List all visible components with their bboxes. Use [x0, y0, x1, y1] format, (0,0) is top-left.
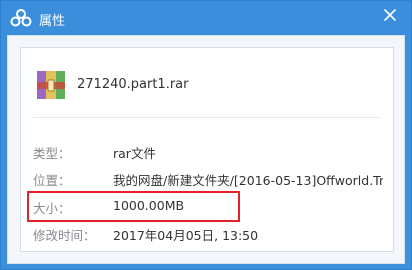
- property-label: 修改时间：: [33, 228, 96, 243]
- property-value-link[interactable]: 我的网盘/新建文件夹/[2016-05-13]Offworld.Tr...: [113, 170, 383, 189]
- properties-dialog: 属性 271240.part1.rar 类型： rar文件 位置： 我的网盘/新…: [0, 0, 412, 270]
- file-name: 271240.part1.rar: [77, 77, 189, 92]
- winrar-archive-icon: [35, 69, 67, 101]
- close-icon: [384, 8, 396, 24]
- titlebar[interactable]: 属性: [1, 1, 411, 35]
- dialog-body: 271240.part1.rar 类型： rar文件 位置： 我的网盘/新建文件…: [7, 35, 405, 264]
- divider: [33, 117, 381, 118]
- property-row-type: 类型： rar文件: [21, 143, 395, 163]
- properties-panel: 271240.part1.rar 类型： rar文件 位置： 我的网盘/新建文件…: [20, 47, 394, 252]
- property-value: 2017年04月05日, 13:50: [113, 228, 259, 243]
- close-button[interactable]: [379, 5, 401, 27]
- property-row-location: 位置： 我的网盘/新建文件夹/[2016-05-13]Offworld.Tr..…: [21, 170, 395, 190]
- property-label: 位置：: [33, 173, 71, 188]
- window-title: 属性: [39, 14, 66, 29]
- property-row-modified: 修改时间： 2017年04月05日, 13:50: [21, 225, 395, 245]
- property-value: rar文件: [113, 146, 156, 161]
- highlight-annotation: [27, 191, 240, 222]
- property-label: 类型：: [33, 146, 71, 161]
- cloud-logo-icon: [10, 9, 32, 27]
